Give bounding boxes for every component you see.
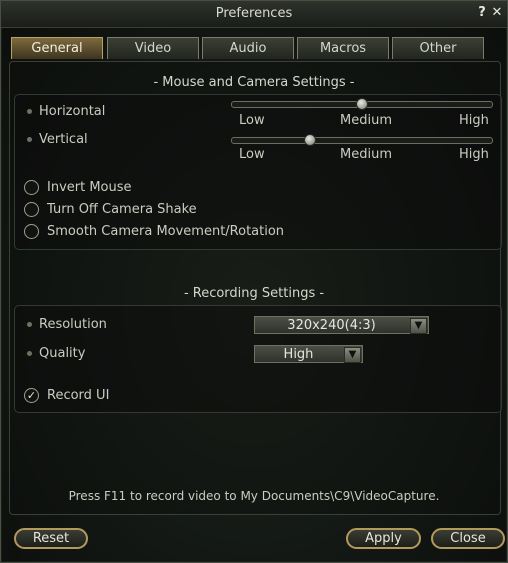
window-title: Preferences <box>215 6 293 21</box>
resolution-dropdown[interactable]: 320x240(4:3) ▼ <box>254 316 429 334</box>
resolution-label: Resolution <box>39 317 107 332</box>
horizontal-tick-low: Low <box>239 113 265 128</box>
recording-hint: Press F11 to record video to My Document… <box>68 489 440 503</box>
quality-value: High <box>283 347 314 362</box>
tab-video[interactable]: Video <box>107 37 199 59</box>
vertical-slider-track[interactable] <box>231 137 493 144</box>
bullet-icon <box>27 322 32 327</box>
tab-macros[interactable]: Macros <box>297 37 389 59</box>
invert-mouse-radio[interactable] <box>24 180 39 195</box>
tab-audio[interactable]: Audio <box>202 37 294 59</box>
mouse-section-title: - Mouse and Camera Settings - <box>153 75 355 90</box>
reset-button[interactable]: Reset <box>14 528 88 549</box>
recording-section-title: - Recording Settings - <box>183 286 325 301</box>
camera-shake-radio[interactable] <box>24 202 39 217</box>
vertical-tick-high: High <box>459 147 489 162</box>
horizontal-slider-thumb[interactable] <box>356 98 368 110</box>
camera-shake-label[interactable]: Turn Off Camera Shake <box>47 202 197 217</box>
title-bar[interactable]: Preferences ? ✕ <box>1 1 507 28</box>
chevron-down-icon[interactable]: ▼ <box>344 347 361 363</box>
tab-general[interactable]: General <box>11 37 103 59</box>
horizontal-tick-high: High <box>459 113 489 128</box>
record-ui-checkbox[interactable]: ✓ <box>24 388 39 403</box>
vertical-label: Vertical <box>39 132 88 147</box>
smooth-camera-radio[interactable] <box>24 224 39 239</box>
bullet-icon <box>27 137 32 142</box>
smooth-camera-label[interactable]: Smooth Camera Movement/Rotation <box>47 224 284 239</box>
resolution-value: 320x240(4:3) <box>287 318 376 333</box>
vertical-tick-medium: Medium <box>340 147 392 162</box>
vertical-slider-thumb[interactable] <box>303 134 316 146</box>
vertical-tick-low: Low <box>239 147 265 162</box>
bullet-icon <box>27 109 32 114</box>
invert-mouse-label[interactable]: Invert Mouse <box>47 180 132 195</box>
apply-button[interactable]: Apply <box>346 528 421 549</box>
bullet-icon <box>27 351 32 356</box>
help-icon[interactable]: ? <box>475 6 489 20</box>
tab-other[interactable]: Other <box>392 37 484 59</box>
close-icon[interactable]: ✕ <box>490 6 504 20</box>
record-ui-label[interactable]: Record UI <box>47 388 109 403</box>
chevron-down-icon[interactable]: ▼ <box>410 318 427 334</box>
quality-label: Quality <box>39 346 86 361</box>
close-button[interactable]: Close <box>431 528 505 549</box>
quality-dropdown[interactable]: High ▼ <box>254 345 363 363</box>
preferences-window: Preferences ? ✕ General Video Audio Macr… <box>0 0 508 563</box>
tab-bar: General Video Audio Macros Other <box>11 37 489 61</box>
horizontal-tick-medium: Medium <box>340 113 392 128</box>
horizontal-label: Horizontal <box>39 104 106 119</box>
